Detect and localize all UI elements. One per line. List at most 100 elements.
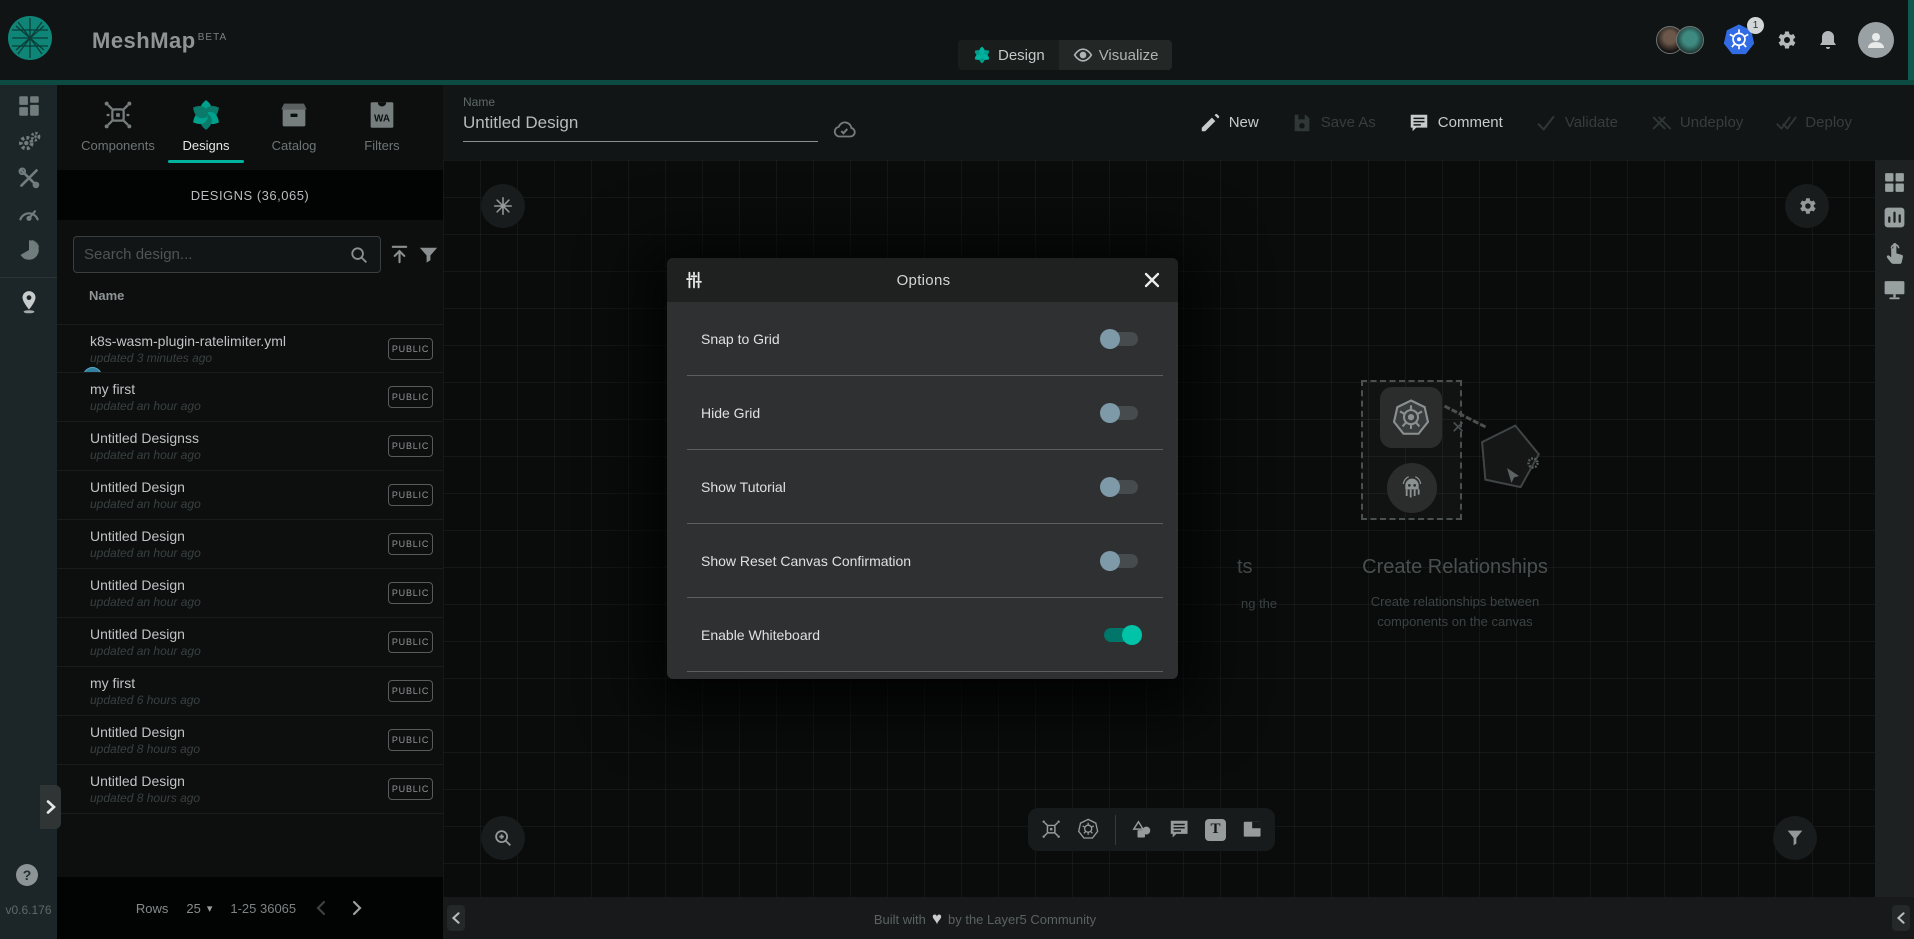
tab-visualize[interactable]: Visualize	[1059, 40, 1173, 70]
layer5-logo[interactable]	[8, 16, 52, 60]
metrics-chart-icon[interactable]	[1882, 205, 1907, 230]
deploy-button[interactable]: Deploy	[1775, 112, 1852, 134]
pagination-range: 1-25 36065	[230, 901, 296, 916]
filter-canvas-button[interactable]	[1773, 816, 1817, 860]
option-row: Enable Whiteboard	[667, 598, 1178, 672]
dock-media-icon[interactable]	[1241, 818, 1263, 842]
extensions-icon[interactable]	[16, 237, 42, 263]
option-toggle[interactable]	[1100, 403, 1142, 423]
design-name: Untitled Design	[90, 577, 433, 593]
settings-gear-icon[interactable]	[1774, 28, 1798, 52]
dock-divider	[1115, 815, 1116, 845]
comment-button[interactable]: Comment	[1408, 112, 1503, 134]
save-as-button[interactable]: Save As	[1291, 112, 1376, 134]
filter-funnel-icon[interactable]	[417, 243, 440, 266]
tab-design[interactable]: Design	[958, 40, 1059, 70]
toggle-knob	[1122, 625, 1142, 645]
design-name: Untitled Design	[90, 479, 433, 495]
options-modal: Options Snap to Grid Hide Grid	[667, 258, 1178, 679]
meshmap-pin-icon[interactable]	[16, 289, 42, 315]
configuration-tools-icon[interactable]	[16, 165, 42, 191]
dock-text-icon[interactable]: T	[1205, 819, 1225, 841]
dock-comment-icon[interactable]	[1168, 818, 1190, 842]
next-page-button[interactable]	[348, 900, 364, 916]
display-monitor-icon[interactable]	[1882, 277, 1907, 302]
design-list-item[interactable]: Untitled Design updated an hour ago PUBL…	[57, 569, 443, 618]
validate-button[interactable]: Validate	[1535, 112, 1618, 134]
visibility-badge: PUBLIC	[388, 435, 433, 457]
design-canvas[interactable]: T ✕ Create Rela	[443, 160, 1914, 897]
dock-shapes-icon[interactable]	[1131, 818, 1153, 842]
freeze-layout-button[interactable]	[481, 184, 525, 228]
floppy-save-icon	[1291, 112, 1313, 134]
check-icon	[1535, 112, 1557, 134]
upload-design-icon[interactable]	[388, 243, 411, 266]
zoom-button[interactable]	[481, 816, 525, 860]
rail-divider	[0, 277, 57, 278]
search-box[interactable]	[73, 236, 381, 273]
views-grid-icon[interactable]	[1882, 170, 1907, 195]
designs-spiral-icon	[189, 98, 223, 132]
user-avatar-button[interactable]	[1858, 22, 1894, 58]
option-row: Hide Grid	[667, 376, 1178, 450]
list-pagination: Rows 25 ▾ 1-25 36065	[57, 877, 443, 939]
option-label: Show Tutorial	[701, 479, 1100, 495]
design-name-input[interactable]	[463, 113, 818, 142]
collaborator-avatar-2[interactable]	[1676, 26, 1704, 54]
panel-tabs: Components Designs Catalog WA Filters	[57, 85, 443, 165]
close-icon[interactable]	[1142, 270, 1162, 290]
undeploy-button[interactable]: Undeploy	[1650, 112, 1743, 134]
tab-components[interactable]: Components	[75, 85, 161, 165]
notifications-bell-icon[interactable]	[1816, 28, 1840, 52]
design-list-item[interactable]: Untitled Design updated 8 hours ago PUBL…	[57, 765, 443, 814]
kubernetes-context-button[interactable]: 1	[1722, 23, 1756, 57]
demo-cursor-icon	[1503, 466, 1523, 486]
previous-page-button[interactable]	[314, 900, 330, 916]
dashboard-icon[interactable]	[16, 93, 42, 119]
option-toggle[interactable]	[1100, 551, 1142, 571]
design-list-item[interactable]: Untitled Design updated an hour ago PUBL…	[57, 471, 443, 520]
collapse-right-button[interactable]	[1892, 905, 1910, 931]
design-name: Untitled Design	[90, 773, 433, 789]
collapse-left-button[interactable]	[447, 905, 465, 931]
search-input[interactable]	[84, 246, 348, 263]
design-list-item[interactable]: my first updated 6 hours ago PUBLIC	[57, 667, 443, 716]
design-updated: updated 3 minutes ago	[90, 351, 433, 365]
tab-filters[interactable]: WA Filters	[339, 85, 425, 165]
design-list-item[interactable]: Untitled Design updated an hour ago PUBL…	[57, 618, 443, 667]
design-list-item[interactable]: Untitled Design updated 8 hours ago PUBL…	[57, 716, 443, 765]
interaction-hand-icon[interactable]	[1882, 242, 1907, 267]
clipped-card-title-fragment: ts	[1237, 556, 1253, 579]
design-list-item[interactable]: Untitled Designss updated an hour ago PU…	[57, 422, 443, 471]
visibility-badge: PUBLIC	[388, 680, 433, 702]
performance-gauge-icon[interactable]	[16, 201, 42, 227]
new-button[interactable]: New	[1199, 112, 1259, 134]
tab-catalog[interactable]: Catalog	[251, 85, 337, 165]
canvas-settings-button[interactable]	[1785, 184, 1829, 228]
components-icon	[101, 98, 135, 132]
catalog-drawer-icon	[277, 98, 311, 132]
design-tab-label: Design	[998, 47, 1045, 64]
option-toggle[interactable]	[1100, 477, 1142, 497]
option-toggle[interactable]	[1100, 329, 1142, 349]
cross-undeploy-icon	[1650, 112, 1672, 134]
collaborator-avatars[interactable]	[1656, 26, 1704, 54]
context-count-badge: 1	[1747, 17, 1764, 34]
expand-drawer-button[interactable]	[40, 785, 61, 829]
lifecycle-gears-icon[interactable]	[16, 129, 42, 155]
design-list-item[interactable]: Untitled Design updated an hour ago PUBL…	[57, 520, 443, 569]
design-list-item[interactable]: my first updated an hour ago PUBLIC	[57, 373, 443, 422]
tab-designs[interactable]: Designs	[163, 85, 249, 165]
design-name: my first	[90, 381, 433, 397]
visibility-badge: PUBLIC	[388, 778, 433, 800]
search-icon	[348, 244, 370, 266]
design-list-item[interactable]: k8s-wasm-plugin-ratelimiter.yml updated …	[57, 324, 443, 373]
demo-edge-cross: ✕	[1451, 418, 1465, 438]
option-toggle[interactable]	[1100, 625, 1142, 645]
rows-per-page-select[interactable]: 25 ▾	[186, 901, 212, 916]
dock-kubernetes-icon[interactable]	[1077, 818, 1099, 842]
help-button[interactable]: ?	[16, 864, 38, 886]
design-updated: updated an hour ago	[90, 644, 433, 658]
dock-components-icon[interactable]	[1040, 818, 1062, 842]
rows-label: Rows	[136, 901, 169, 916]
